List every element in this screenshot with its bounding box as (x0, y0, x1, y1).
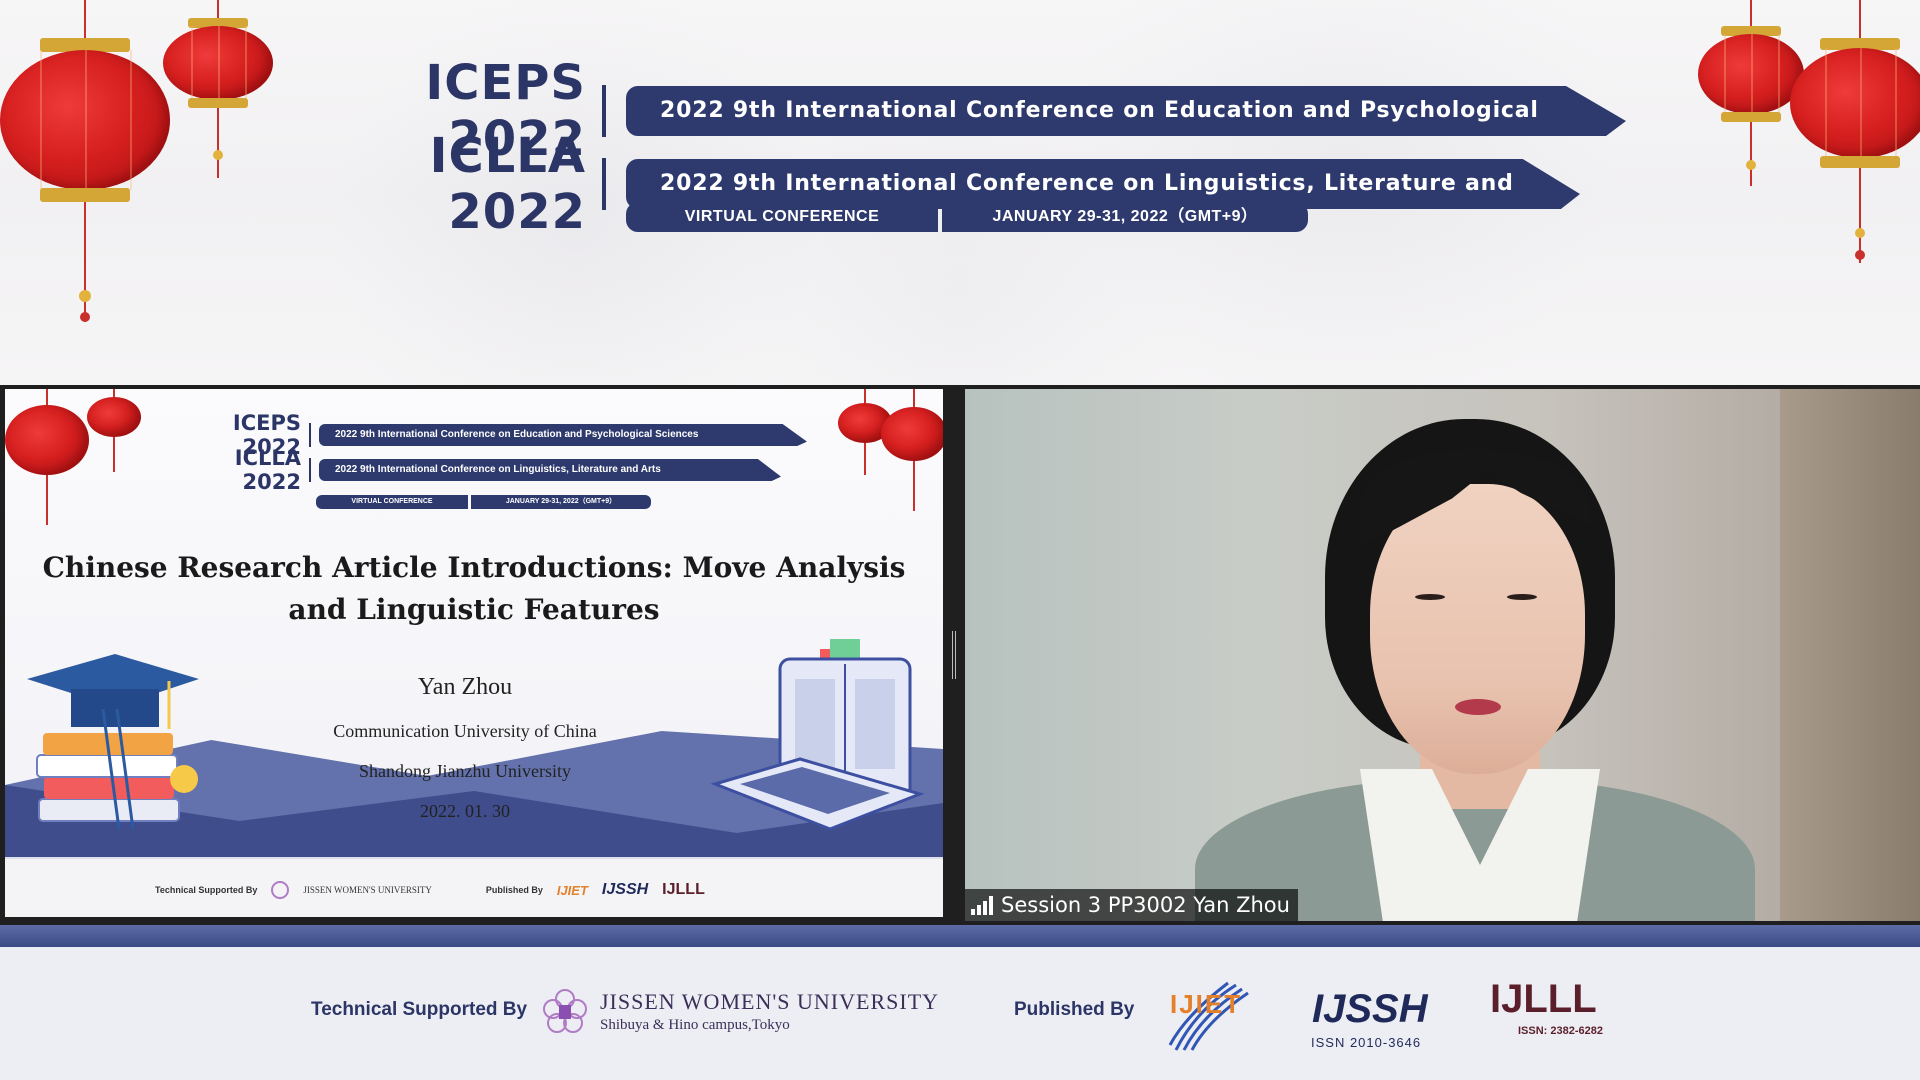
shared-screen-slide[interactable]: ICEPS 2022 2022 9th International Confer… (5, 389, 943, 917)
journal-logo-ijssh: IJSSH (601, 881, 649, 898)
sponsors-footer: Technical Supported By JISSEN WOMEN'S UN… (0, 947, 1920, 1080)
lantern-icon (881, 389, 943, 519)
lantern-right-small (1698, 0, 1804, 190)
signal-strength-icon (971, 895, 993, 915)
speaker-face (1370, 484, 1585, 774)
slide-footer-support-label: Technical Supported By (155, 885, 258, 895)
journal-logo-ijssh: IJSSH ISSN 2010-3646 (1308, 977, 1448, 1057)
background-wall (1780, 389, 1920, 921)
graduation-cap-books-icon (27, 654, 199, 830)
slide-acronym-divider (309, 423, 311, 447)
speaker-mouth (1455, 699, 1501, 715)
conference-acronym: ICLLA 2022 (429, 128, 586, 240)
slide-conference-row: ICLLA 2022 2022 9th International Confer… (173, 446, 781, 494)
slide-info-pills: VIRTUAL CONFERENCE JANUARY 29-31, 2022（G… (316, 495, 651, 509)
journal-issn: ISSN: 2382-6282 (1518, 1025, 1603, 1037)
journal-name: IJIET (1170, 989, 1243, 1019)
participant-name-tag: Session 3 PP3002 Yan Zhou (965, 889, 1298, 921)
split-view-drag-handle[interactable] (952, 631, 956, 679)
footer-accent-bar (0, 925, 1920, 947)
slide-title-line: Chinese Research Article Introductions: … (42, 551, 906, 584)
slide-conference-name: 2022 9th International Conference on Edu… (319, 424, 807, 446)
journal-name: IJSSH (1312, 987, 1428, 1031)
participant-name: Session 3 PP3002 Yan Zhou (1001, 893, 1290, 917)
conference-format: VIRTUAL CONFERENCE (626, 202, 938, 232)
slide-acronym-divider (309, 458, 311, 482)
journal-logo-ijlll: IJLLL (662, 881, 705, 898)
slide-footer-sponsors: Technical Supported By JISSEN WOMEN'S UN… (155, 881, 705, 899)
technical-support-label: Technical Supported By (311, 999, 528, 1020)
slide-conference-format: VIRTUAL CONFERENCE (316, 495, 468, 509)
speaker-video-tile[interactable]: Session 3 PP3002 Yan Zhou (965, 389, 1920, 921)
lantern-left-large (0, 0, 170, 340)
conference-banner: ICEPS 2022 2022 9th International Confer… (0, 0, 1920, 385)
journal-name: IJLLL (1490, 977, 1597, 1021)
video-stage: ICEPS 2022 2022 9th International Confer… (0, 385, 1920, 925)
lantern-right-large (1790, 0, 1920, 270)
lantern-left-small (163, 0, 273, 180)
conference-dates: JANUARY 29-31, 2022（GMT+9） (942, 202, 1308, 232)
journal-logo-ijiet: IJIET (556, 882, 588, 898)
laptop-book-icon (710, 639, 925, 831)
journal-issn: ISSN 2010-3646 (1311, 1035, 1422, 1050)
speaker-eye (1507, 594, 1537, 600)
acronym-divider (602, 158, 606, 210)
lantern-icon (5, 389, 89, 529)
lantern-icon (87, 389, 141, 479)
slide-conference-name: 2022 9th International Conference on Lin… (319, 459, 781, 481)
university-logo-icon (271, 881, 290, 899)
university-name: JISSEN WOMEN'S UNIVERSITY (600, 989, 940, 1014)
slide-footer-published-label: Published By (485, 885, 543, 895)
speaker-eye (1415, 594, 1445, 600)
slide-footer-university: JISSEN WOMEN'S UNIVERSITY (303, 885, 432, 895)
published-by-label: Published By (1014, 999, 1135, 1020)
slide-conference-acronym: ICLLA 2022 (234, 446, 301, 494)
university-crest-icon (543, 989, 587, 1033)
university-campus: Shibuya & Hino campus,Tokyo (600, 1017, 790, 1033)
journal-logo-ijlll: IJLLL ISSN: 2382-6282 (1488, 977, 1608, 1057)
conference-info-pills: VIRTUAL CONFERENCE JANUARY 29-31, 2022（G… (626, 202, 1308, 232)
journal-logo-ijiet: IJIET (1166, 975, 1271, 1055)
slide-conference-dates: JANUARY 29-31, 2022（GMT+9） (471, 495, 651, 509)
